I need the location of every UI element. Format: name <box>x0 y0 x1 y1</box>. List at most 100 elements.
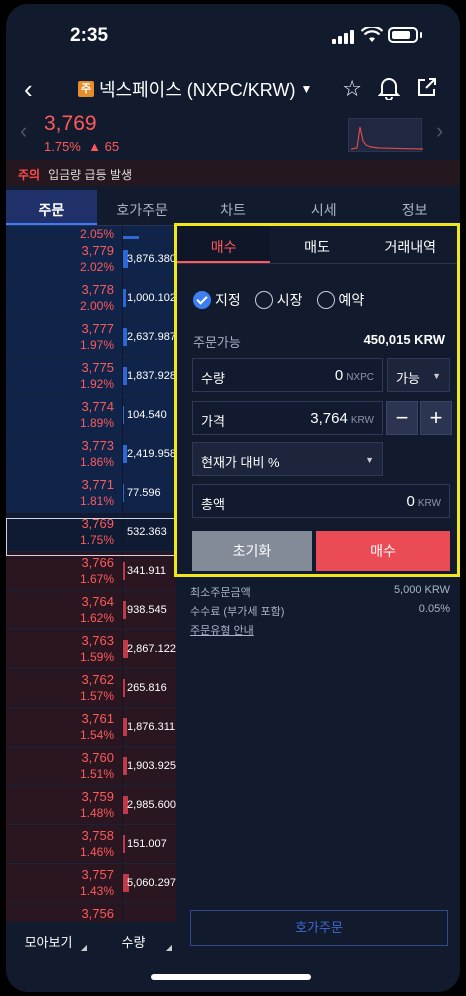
tab-market[interactable]: 시세 <box>278 190 369 225</box>
row-percent: 2.00% <box>79 299 114 313</box>
row-percent: 2.05% <box>79 227 114 240</box>
row-price: 3,756 <box>81 906 114 921</box>
qty-ratio-select[interactable]: 가능 ▼ <box>387 358 450 392</box>
back-icon[interactable]: ‹ <box>24 74 33 105</box>
orderbook-row[interactable]: 3,766 1.67% 341.911 <box>6 552 176 591</box>
orderbook-row[interactable]: 3,778 2.00% 1,000.102 <box>6 279 176 318</box>
row-price: 3,779 <box>81 243 114 258</box>
current-price: 3,769 <box>44 112 97 135</box>
row-percent: 1.97% <box>79 338 114 352</box>
orderbook-row[interactable]: 2.05% <box>6 226 176 240</box>
hoga-order-button[interactable]: 호가주문 <box>190 910 448 946</box>
share-icon[interactable] <box>416 76 438 98</box>
orderbook-row[interactable]: 3,759 1.48% 2,985.600 <box>6 786 176 825</box>
row-quantity: 1,837.928 <box>127 370 176 382</box>
orderbook-row[interactable]: 3,775 1.92% 1,837.928 <box>6 357 176 396</box>
volume-bar <box>123 406 124 424</box>
row-percent: 1.43% <box>79 884 114 898</box>
volume-bar <box>123 289 126 307</box>
price-plus-button[interactable]: + <box>420 401 452 435</box>
row-percent: 1.92% <box>79 377 114 391</box>
price-summary: ‹ 3,769 1.75% ▲ 65 › <box>6 108 460 160</box>
orderbook-row[interactable]: 3,760 1.51% 1,903.925 <box>6 747 176 786</box>
row-quantity: 938.545 <box>127 604 167 616</box>
row-price: 3,777 <box>81 321 114 336</box>
row-percent: 1.48% <box>79 806 114 820</box>
orderbook-row[interactable]: 3,762 1.57% 265.816 <box>6 669 176 708</box>
row-quantity: 1,000.102 <box>127 292 176 304</box>
order-tabs: 매수 매도 거래내역 <box>177 226 457 264</box>
order-type-guide-link[interactable]: 주문유형 안내 <box>190 622 254 638</box>
chevron-right-icon[interactable]: › <box>436 118 443 144</box>
total-field[interactable]: 총액 0 KRW <box>192 484 450 518</box>
available-row: 주문가능 450,015 KRW <box>177 310 457 351</box>
tab-order[interactable]: 주문 <box>6 190 97 225</box>
tab-history[interactable]: 거래내역 <box>364 226 457 263</box>
chevron-down-icon: ▼ <box>432 371 441 381</box>
row-price: 3,762 <box>81 672 114 687</box>
orderbook-row[interactable]: 3,779 2.02% 3,876.380 <box>6 240 176 279</box>
home-indicator[interactable] <box>151 974 311 980</box>
status-time: 2:35 <box>70 25 109 46</box>
order-type-reserve[interactable]: 예약 <box>316 290 364 310</box>
row-percent: 1.59% <box>79 650 114 664</box>
notice-bar[interactable]: 주의 입금량 급등 발생 <box>6 160 460 186</box>
corner-triangle-icon: ◢ <box>80 943 87 952</box>
row-percent: 1.57% <box>79 689 114 703</box>
orderbook-row[interactable]: 3,777 1.97% 2,637.987 <box>6 318 176 357</box>
wifi-icon <box>361 27 383 42</box>
row-percent: 1.81% <box>79 494 114 508</box>
star-icon[interactable]: ☆ <box>342 76 362 102</box>
orderbook-row[interactable]: 3,758 1.46% 151.007 <box>6 825 176 864</box>
quantity-field[interactable]: 수량 0 NXPC <box>192 358 383 392</box>
tab-hoga-order[interactable]: 호가주문 <box>97 190 188 225</box>
bell-icon[interactable] <box>378 76 400 100</box>
buy-button[interactable]: 매수 <box>316 531 450 571</box>
order-type-limit[interactable]: 지정 <box>193 290 241 310</box>
chevron-left-icon[interactable]: ‹ <box>20 118 27 144</box>
row-quantity: 341.911 <box>127 565 166 577</box>
current-price-highlight <box>6 518 176 556</box>
available-value: 450,015 KRW <box>363 332 445 347</box>
row-quantity: 2,867.122 <box>127 643 176 655</box>
row-quantity: 265.816 <box>127 682 167 694</box>
orderbook-row[interactable]: 3,761 1.54% 1,876.311 <box>6 708 176 747</box>
radio-icon <box>254 291 273 309</box>
orderbook-row[interactable]: 3,764 1.62% 938.545 <box>6 591 176 630</box>
price-change: 1.75% ▲ 65 <box>44 139 120 154</box>
title-selector[interactable]: 주 넥스페이스 (NXPC/KRW) ▼ <box>78 76 312 102</box>
orderbook-row[interactable]: 3,771 1.81% 77.596 <box>6 474 176 513</box>
orderbook-row[interactable]: 3,763 1.59% 2,867.122 <box>6 630 176 669</box>
orderbook: 2.05% 3,779 2.02% 3,876.380 3,778 2.00% 1,000.… <box>6 226 176 922</box>
orderbook-row[interactable]: 3,774 1.89% 104.540 <box>6 396 176 435</box>
tab-info[interactable]: 정보 <box>369 190 460 225</box>
tab-buy[interactable]: 매수 <box>177 226 271 263</box>
volume-bar <box>123 835 125 853</box>
battery-icon <box>388 27 418 43</box>
qty-toggle-button[interactable]: 수량 ◢ <box>91 922 176 958</box>
order-type-market[interactable]: 시장 <box>254 290 303 310</box>
tab-chart[interactable]: 차트 <box>188 190 279 225</box>
orderbook-row[interactable]: 3,756 <box>6 903 176 922</box>
row-price: 3,760 <box>81 750 114 765</box>
orderbook-row[interactable]: 3,773 1.86% 2,419.958 <box>6 435 176 474</box>
notice-tag: 주의 <box>18 168 41 182</box>
row-price: 3,771 <box>81 477 114 492</box>
row-percent: 2.02% <box>79 260 114 274</box>
mini-chart[interactable] <box>348 118 424 152</box>
row-quantity: 1,903.925 <box>127 760 176 772</box>
row-quantity: 2,985.600 <box>127 799 176 811</box>
reset-button[interactable]: 초기화 <box>192 531 312 571</box>
price-minus-button[interactable]: − <box>386 401 418 435</box>
tab-sell[interactable]: 매도 <box>270 226 363 263</box>
page-title: 넥스페이스 (NXPC/KRW) <box>99 80 296 100</box>
group-view-button[interactable]: 모아보기 ◢ <box>6 922 91 958</box>
caution-badge: 주 <box>78 81 94 97</box>
row-price: 3,766 <box>81 555 114 570</box>
volume-bar <box>123 562 125 580</box>
price-percent-select[interactable]: 현재가 대비 % ▼ <box>192 442 383 476</box>
price-field[interactable]: 가격 3,764 KRW <box>192 401 383 435</box>
row-quantity: 2,637.987 <box>127 331 176 343</box>
orderbook-row[interactable]: 3,757 1.43% 5,060.297 <box>6 864 176 903</box>
corner-triangle-icon: ◢ <box>165 943 172 952</box>
